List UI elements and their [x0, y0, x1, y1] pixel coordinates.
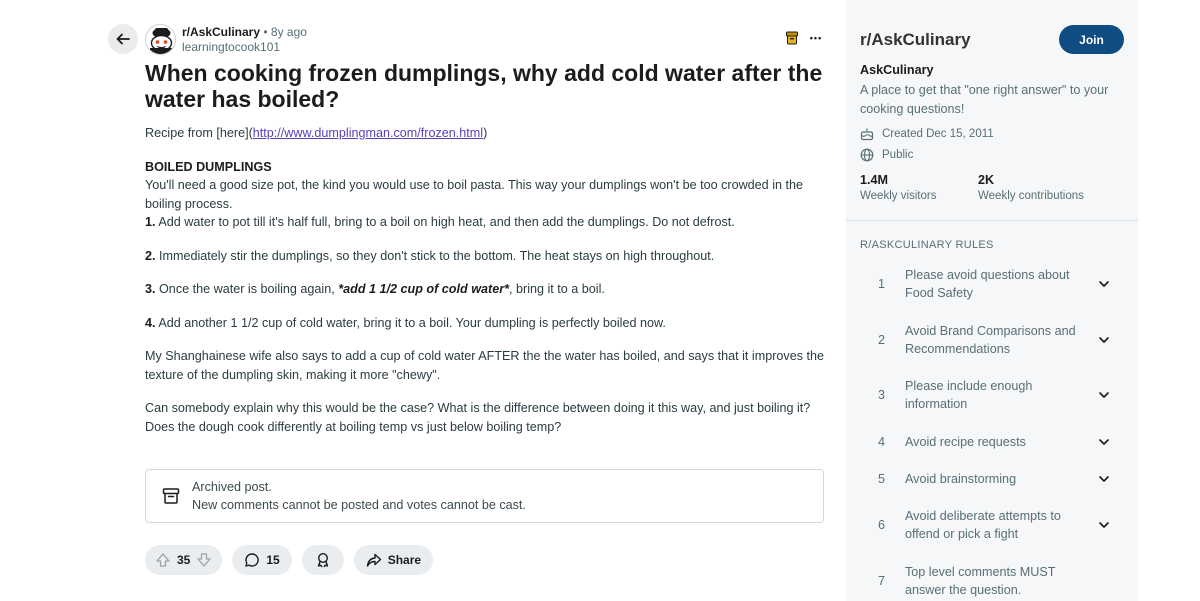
paragraph-question: Can somebody explain why this would be t…: [145, 401, 811, 434]
stat-contributions-value: 2K: [978, 173, 995, 187]
vote-pill: 35: [145, 545, 223, 575]
step-3-number: 3.: [145, 282, 156, 296]
cake-icon: [860, 128, 874, 141]
chevron-down-icon: [1099, 476, 1109, 482]
step-2-text: Immediately stir the dumplings, so they …: [155, 248, 715, 263]
rule-text: Top level comments MUST answer the quest…: [905, 564, 1056, 598]
rule-text: Avoid recipe requests: [905, 434, 1026, 449]
rule-item[interactable]: 7 Top level comments MUST answer the que…: [860, 556, 1130, 601]
comments-button[interactable]: 15: [232, 545, 292, 575]
share-button[interactable]: Share: [353, 545, 434, 575]
share-label: Share: [387, 553, 422, 567]
subreddit-avatar[interactable]: [145, 24, 176, 55]
post-age: 8y ago: [270, 25, 307, 39]
back-button[interactable]: [108, 24, 138, 54]
step-4-text: Add another 1 1/2 cup of cold water, bri…: [155, 315, 666, 330]
upvote-icon[interactable]: [155, 552, 171, 568]
comment-icon: [245, 553, 260, 567]
post-actions: 35 15 Share: [145, 545, 434, 575]
step-3-text-end: , bring it to a boil.: [509, 282, 605, 296]
chevron-down-icon: [1099, 337, 1109, 343]
chevron-down-icon: [1099, 439, 1109, 445]
back-arrow-icon: [116, 33, 130, 45]
rule-text: Please avoid questions about Food Safety: [905, 267, 1070, 301]
visibility-row: Public: [860, 148, 913, 162]
paragraph-wife: My Shanghainese wife also says to add a …: [145, 349, 825, 382]
post-body: Recipe from [here](http://www.dumplingma…: [145, 124, 825, 436]
rule-item[interactable]: 6 Avoid deliberate attempts to offend or…: [860, 500, 1130, 550]
downvote-icon[interactable]: [196, 552, 212, 568]
rule-item[interactable]: 3 Please include enough information: [860, 370, 1130, 420]
more-options-button[interactable]: •••: [805, 28, 827, 48]
subreddit-link[interactable]: r/AskCulinary: [182, 25, 260, 39]
award-icon: [317, 552, 328, 568]
step-4: 4. Add another 1 1/2 cup of cold water, …: [145, 314, 825, 333]
step-3-text: Once the water is boiling again,: [155, 282, 339, 296]
stat-contributions-label: Weekly contributions: [978, 190, 1084, 202]
created-row: Created Dec 15, 2011: [860, 127, 994, 141]
chevron-down-icon: [1099, 392, 1109, 398]
visibility-label: Public: [882, 149, 914, 161]
meta-separator: •: [263, 25, 268, 39]
step-4-number: 4.: [145, 315, 156, 330]
step-1-text: Add water to pot till it's half full, br…: [155, 215, 735, 229]
rule-item[interactable]: 1 Please avoid questions about Food Safe…: [860, 259, 1130, 309]
recipe-prefix: Recipe from [here](: [145, 126, 253, 140]
archived-title: Archived post.: [192, 480, 272, 494]
comment-count: 15: [266, 553, 280, 567]
rule-text: Avoid deliberate attempts to offend or p…: [905, 508, 1061, 542]
rule-item[interactable]: 2 Avoid Brand Comparisons and Recommenda…: [860, 315, 1130, 365]
rule-item[interactable]: 5 Avoid brainstorming: [860, 454, 1130, 504]
step-2: 2. Immediately stir the dumplings, so th…: [145, 247, 825, 266]
post-title: When cooking frozen dumplings, why add c…: [145, 60, 823, 112]
rule-text: Avoid brainstorming: [905, 471, 1017, 486]
community-name: AskCulinary: [860, 63, 934, 77]
step-1: 1. Add water to pot till it's half full,…: [145, 213, 825, 232]
more-icon: •••: [809, 33, 823, 43]
rule-text: Please include enough information: [905, 378, 1033, 412]
rule-number: 5: [878, 472, 886, 486]
step-1-number: 1.: [145, 215, 156, 229]
rule-number: 4: [878, 435, 886, 449]
recipe-line: Recipe from [here](http://www.dumplingma…: [145, 124, 825, 143]
rule-number: 2: [878, 333, 886, 347]
sidebar-title[interactable]: r/AskCulinary: [860, 30, 971, 50]
recipe-heading: BOILED DUMPLINGS: [145, 159, 272, 174]
recipe-intro: You'll need a good size pot, the kind yo…: [145, 178, 803, 211]
post-meta: r/AskCulinary • 8y ago learningtocook101: [182, 25, 307, 54]
step-2-number: 2.: [145, 248, 156, 263]
sidebar-divider: [846, 220, 1138, 221]
rule-number: 1: [878, 277, 886, 291]
archived-subtitle: New comments cannot be posted and votes …: [192, 498, 526, 512]
chevron-down-icon: [1099, 522, 1109, 528]
community-description: A place to get that "one right answer" t…: [860, 83, 1109, 116]
rule-number: 3: [878, 388, 886, 402]
community-sidebar: r/AskCulinary Join AskCulinary A place t…: [846, 0, 1138, 601]
chevron-down-icon: [1099, 281, 1109, 287]
stat-visitors: 1.4M Weekly visitors: [860, 173, 936, 202]
recipe-suffix: ): [483, 126, 488, 140]
rule-number: 6: [878, 518, 886, 532]
rules-heading: R/ASKCULINARY RULES: [860, 239, 994, 251]
post-column: r/AskCulinary • 8y ago learningtocook101…: [0, 0, 846, 601]
author-link[interactable]: learningtocook101: [182, 40, 307, 54]
share-icon: [366, 553, 381, 567]
stat-contributions: 2K Weekly contributions: [978, 173, 1084, 202]
rule-number: 7: [878, 574, 886, 588]
step-3: 3. Once the water is boiling again, *add…: [145, 280, 825, 299]
join-button[interactable]: Join: [1059, 25, 1124, 54]
archive-icon: [786, 31, 798, 45]
archived-notice: Archived post. New comments cannot be po…: [145, 469, 824, 523]
globe-icon: [860, 148, 874, 162]
recipe-link[interactable]: http://www.dumplingman.com/frozen.html: [253, 126, 483, 140]
snoo-avatar-icon: [146, 25, 175, 54]
created-date: Created Dec 15, 2011: [882, 128, 994, 140]
vote-count: 35: [177, 553, 191, 567]
step-3-emphasis: *add 1 1/2 cup of cold water*: [338, 282, 509, 296]
rule-text: Avoid Brand Comparisons and Recommendati…: [905, 323, 1076, 357]
award-button[interactable]: [301, 545, 344, 575]
archive-box-icon: [162, 488, 180, 504]
stat-visitors-label: Weekly visitors: [860, 190, 937, 202]
stat-visitors-value: 1.4M: [860, 173, 888, 187]
